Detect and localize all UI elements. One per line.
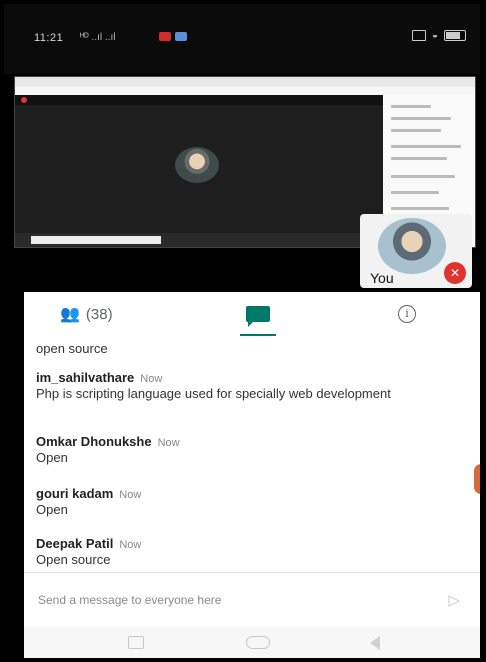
message-item: im_sahilvathare Now Php is scripting lang…: [36, 370, 466, 401]
message-sender: im_sahilvathare: [36, 370, 135, 385]
battery-icon: [444, 30, 466, 41]
back-icon[interactable]: [370, 636, 380, 650]
video-area[interactable]: You ✕: [4, 74, 480, 292]
red-notification-icon: [159, 32, 171, 41]
chat-icon: [246, 306, 270, 327]
edge-panel-handle[interactable]: [474, 464, 480, 494]
chat-messages[interactable]: open source im_sahilvathare Now Php is sc…: [24, 336, 480, 572]
message-time: Now: [119, 489, 142, 501]
message-item: Omkar Dhonukshe Now Open: [36, 434, 466, 465]
message-text: Open source: [36, 552, 111, 567]
system-nav-bar: [24, 626, 480, 658]
signal-icon: ᴴᴰ ..ıl ..ıl: [80, 32, 116, 43]
message-text: Open: [36, 450, 68, 465]
message-sender: gouri kadam: [36, 486, 114, 501]
message-time: Now: [119, 539, 142, 551]
mic-off-icon[interactable]: ✕: [444, 262, 466, 284]
home-icon[interactable]: [246, 636, 270, 649]
message-time: Now: [157, 437, 180, 449]
tab-people[interactable]: 👥 (38): [60, 292, 113, 336]
panel-line: [391, 175, 455, 178]
panel-line: [391, 157, 447, 160]
message-sender: Omkar Dhonukshe: [36, 434, 152, 449]
phone-screen: 11:21 ᴴᴰ ..ıl ..ıl ◒ You ✕ 👥 (38) i open…: [4, 4, 480, 658]
panel-line: [391, 105, 431, 108]
tab-info[interactable]: i: [398, 292, 416, 336]
people-icon: 👥: [60, 306, 80, 323]
message-item: gouri kadam Now Open: [36, 486, 466, 517]
message-item: open source: [36, 340, 466, 356]
status-time: 11:21: [34, 32, 64, 44]
status-bar: 11:21 ᴴᴰ ..ıl ..ıl ◒: [4, 4, 480, 74]
message-text: Open: [36, 502, 68, 517]
panel-line: [391, 129, 441, 132]
self-label: You: [370, 270, 394, 286]
shared-participant-avatar: [175, 147, 219, 183]
panel-line: [391, 145, 461, 148]
notification-icons: [159, 32, 187, 41]
message-text: Php is scripting language used for speci…: [36, 386, 391, 401]
message-time: Now: [140, 373, 163, 385]
send-icon[interactable]: ▷: [448, 591, 460, 609]
message-sender: Deepak Patil: [36, 536, 114, 551]
people-count: (38): [85, 305, 113, 323]
panel-tabs: 👥 (38) i: [24, 292, 480, 337]
cast-icon: [411, 30, 426, 41]
shared-taskbar: [15, 233, 385, 247]
shared-search-box: [31, 236, 161, 244]
wifi-icon: ◒: [431, 30, 438, 41]
record-icon: [21, 97, 27, 103]
self-video-tile[interactable]: You ✕: [360, 214, 472, 288]
panel-line: [391, 207, 449, 210]
status-right-icons: ◒: [411, 30, 466, 41]
self-avatar: [378, 218, 446, 274]
panel-line: [391, 117, 451, 120]
recents-icon[interactable]: [128, 636, 144, 649]
info-icon: i: [398, 305, 416, 323]
shared-browser-tabs: [15, 77, 475, 87]
panel-line: [391, 191, 439, 194]
message-input[interactable]: Send a message to everyone here: [38, 593, 221, 607]
blue-notification-icon: [175, 32, 187, 41]
compose-bar: Send a message to everyone here ▷: [24, 572, 480, 627]
message-text: open source: [36, 341, 108, 356]
message-item: Deepak Patil Now Open source: [36, 536, 466, 567]
left-gutter: [4, 292, 24, 658]
shared-url-bar: [15, 87, 475, 95]
tab-chat[interactable]: [240, 292, 276, 337]
